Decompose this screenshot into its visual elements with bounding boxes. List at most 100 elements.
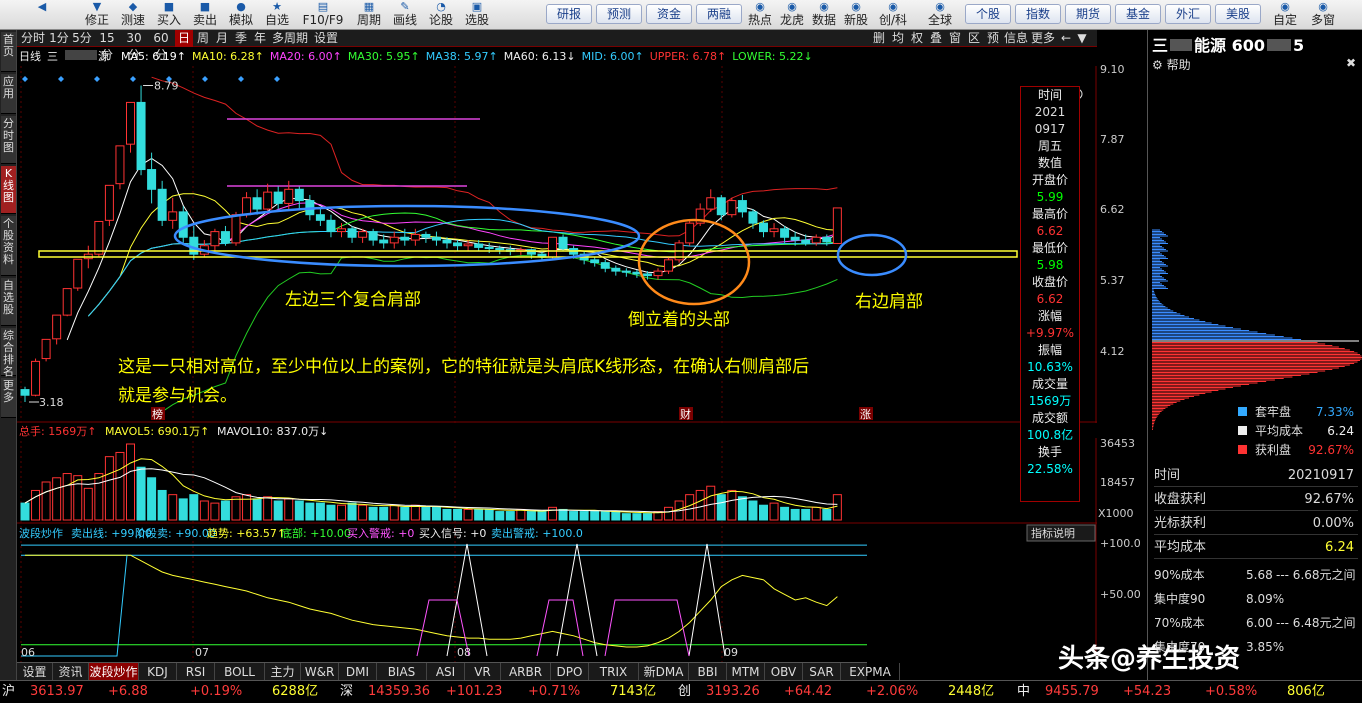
leftnav-item-2[interactable]: 分时图	[1, 116, 16, 164]
toolbar-right-button-0[interactable]: ◉ 自定	[1268, 0, 1302, 30]
period-tab-3[interactable]: 15分	[94, 30, 120, 62]
toolbar-pill-2[interactable]: 资金	[646, 4, 692, 24]
toolbar-button-5[interactable]: ● 模拟	[224, 0, 258, 30]
indicator-tab-7[interactable]: W&R	[301, 663, 339, 681]
close-icon[interactable]: ✖	[1346, 56, 1356, 70]
indicator-tab-11[interactable]: VR	[465, 663, 501, 681]
toolbar-mid-button-0[interactable]: ◉ 热点	[745, 0, 775, 30]
toolbar-button-8[interactable]: ▦ 周期	[352, 0, 386, 30]
leftnav-item-0[interactable]: 首页	[1, 32, 16, 72]
stock-name-tail: 源	[98, 50, 109, 63]
event-marker[interactable]: 榜	[152, 407, 163, 421]
chart-tool-8[interactable]: 更多	[1030, 30, 1056, 47]
period-tab-12[interactable]: 设置	[311, 30, 341, 47]
indicator-tab-15[interactable]: 新DMA	[639, 663, 689, 681]
leftnav-item-3[interactable]: K线图	[1, 166, 16, 214]
chart-tool-7[interactable]: 信息	[1003, 30, 1029, 47]
volume-bar	[189, 494, 199, 521]
toolbar-button-0[interactable]: ◀	[6, 0, 78, 30]
period-tab-11[interactable]: 多周期	[270, 30, 310, 47]
leftnav-item-6[interactable]: 综合排名	[1, 328, 16, 378]
indicator-tab-0[interactable]: 设置	[17, 663, 53, 681]
volume-bar	[220, 500, 230, 521]
period-tab-10[interactable]: 年	[251, 30, 269, 47]
period-tab-4[interactable]: 30分	[121, 30, 147, 62]
annotation-note-line1: 这是一只相对高位，至少中位以上的案例，它的特征就是头肩底K线形态，在确认右侧肩部…	[118, 357, 810, 377]
period-tab-9[interactable]: 季	[232, 30, 250, 47]
toolbar-mid-button-4[interactable]: ◉ 创/科	[873, 0, 913, 30]
indicator-tab-4[interactable]: RSI	[177, 663, 215, 681]
indicator-tab-16[interactable]: BBI	[689, 663, 727, 681]
toolbar-button-4[interactable]: ■ 卖出	[188, 0, 222, 30]
indicator-tab-3[interactable]: KDJ	[139, 663, 177, 681]
toolbar-button-7[interactable]: ▤ F10/F9	[296, 0, 350, 30]
indicator-tab-13[interactable]: DPO	[551, 663, 589, 681]
dropdown-icon[interactable]: ▼	[1075, 30, 1089, 47]
indicator-tab-14[interactable]: TRIX	[589, 663, 639, 681]
toolbar-mid-button-3[interactable]: ◉ 新股	[841, 0, 871, 30]
toolbar-right-button-1[interactable]: ◉ 多窗	[1306, 0, 1340, 30]
indicator-tab-8[interactable]: DMI	[339, 663, 377, 681]
indicator-help-button[interactable]: 指标说明	[1031, 526, 1075, 540]
indicator-tab-10[interactable]: ASI	[427, 663, 465, 681]
chart-tool-2[interactable]: 权	[908, 30, 926, 47]
indicator-tab-20[interactable]: EXPMA	[841, 663, 900, 681]
indicator-tab-19[interactable]: SAR	[803, 663, 841, 681]
infobox-value: 2021	[1034, 105, 1066, 119]
toolbar-button-9[interactable]: ✎ 画线	[388, 0, 422, 30]
period-tab-1[interactable]: 1分	[48, 30, 70, 47]
leftnav-item-5[interactable]: 自选股	[1, 278, 16, 326]
toolbar-button-6[interactable]: ★ 自选	[260, 0, 294, 30]
ma-indicator-bar: 日线三源 MA5: 6.19↑ MA10: 6.28↑ MA20: 6.00↑ MA30…	[17, 48, 1097, 66]
toolbar-pill-5[interactable]: 指数	[1015, 4, 1061, 24]
toolbar-pill-9[interactable]: 美股	[1215, 4, 1261, 24]
toolbar-mid-button-5[interactable]: ◉ 全球	[925, 0, 955, 30]
leftnav-item-7[interactable]: 更多	[1, 378, 16, 418]
toolbar-button-1[interactable]: ▼ 修正	[80, 0, 114, 30]
indicator-tab-5[interactable]: BOLL	[215, 663, 265, 681]
period-tab-7[interactable]: 周	[194, 30, 212, 47]
index-label[interactable]: 创	[678, 681, 691, 703]
chart-tool-1[interactable]: 均	[889, 30, 907, 47]
toolbar-pill-0[interactable]: 研报	[546, 4, 592, 24]
index-label[interactable]: 中	[1017, 681, 1030, 703]
indicator-tab-12[interactable]: ARBR	[501, 663, 551, 681]
indicator-tab-2[interactable]: 波段炒作	[89, 663, 139, 681]
volume-bar	[284, 498, 294, 521]
toolbar-button-10[interactable]: ◔ 论股	[424, 0, 458, 30]
indicator-tab-9[interactable]: BIAS	[377, 663, 427, 681]
period-tab-6[interactable]: 日	[175, 30, 193, 47]
indicator-tab-6[interactable]: 主力	[265, 663, 301, 681]
toolbar-mid-button-1[interactable]: ◉ 龙虎	[777, 0, 807, 30]
indicator-tab-17[interactable]: MTM	[727, 663, 765, 681]
period-tab-2[interactable]: 5分	[71, 30, 93, 47]
toolbar-button-11[interactable]: ▣ 选股	[460, 0, 494, 30]
toolbar-button-2[interactable]: ◆ 测速	[116, 0, 150, 30]
indicator-tab-1[interactable]: 资讯	[53, 663, 89, 681]
period-tab-8[interactable]: 月	[213, 30, 231, 47]
chart-tool-3[interactable]: 叠	[927, 30, 945, 47]
chart-tool-0[interactable]: 删	[870, 30, 888, 47]
chart-tool-5[interactable]: 区	[965, 30, 983, 47]
event-marker[interactable]: 财	[680, 407, 691, 421]
leftnav-item-1[interactable]: 应用	[1, 74, 16, 114]
toolbar-pill-8[interactable]: 外汇	[1165, 4, 1211, 24]
indicator-tab-18[interactable]: OBV	[765, 663, 803, 681]
leftnav-item-4[interactable]: 个股资料	[1, 216, 16, 276]
period-tab-0[interactable]: 分时	[19, 30, 47, 47]
back-arrow-icon[interactable]: ←	[1059, 30, 1073, 47]
toolbar-pill-1[interactable]: 预测	[596, 4, 642, 24]
chart-tool-4[interactable]: 窗	[946, 30, 964, 47]
toolbar-pill-4[interactable]: 个股	[965, 4, 1011, 24]
event-marker[interactable]: 涨	[860, 408, 871, 421]
index-label[interactable]: 沪	[2, 681, 15, 703]
period-tab-5[interactable]: 60分	[148, 30, 174, 62]
toolbar-pill-6[interactable]: 期货	[1065, 4, 1111, 24]
index-label[interactable]: 深	[340, 681, 353, 703]
toolbar-button-3[interactable]: ■ 买入	[152, 0, 186, 30]
toolbar-pill-3[interactable]: 两融	[696, 4, 742, 24]
chart-tool-6[interactable]: 预	[984, 30, 1002, 47]
toolbar-mid-button-2[interactable]: ◉ 数据	[809, 0, 839, 30]
toolbar-pill-7[interactable]: 基金	[1115, 4, 1161, 24]
toolbar-icon: ◔	[436, 0, 446, 13]
